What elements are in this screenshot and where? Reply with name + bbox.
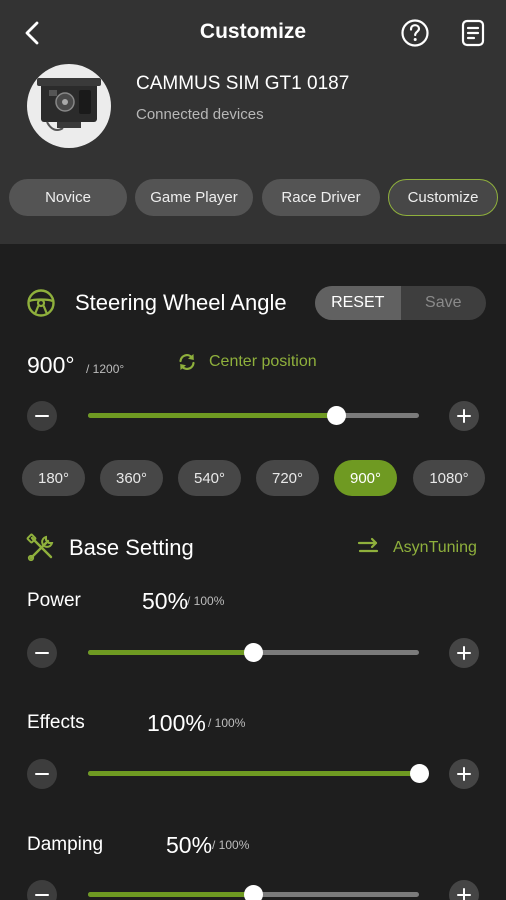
mode-customize[interactable]: Customize — [388, 179, 498, 216]
effects-slider[interactable] — [88, 764, 429, 783]
effects-increase-button[interactable] — [449, 759, 479, 789]
effects-label: Effects — [27, 712, 85, 733]
power-label: Power — [27, 590, 81, 611]
steering-angle-value: 900° — [27, 352, 75, 378]
preset-720[interactable]: 720° — [256, 460, 319, 496]
save-button[interactable]: Save — [401, 286, 487, 320]
damping-slider-thumb[interactable] — [244, 885, 263, 900]
damping-max: / 100% — [212, 838, 250, 852]
mode-race-driver[interactable]: Race Driver — [262, 179, 380, 216]
wheelbase-image — [37, 78, 101, 131]
center-position-button[interactable]: Center position — [209, 353, 317, 371]
power-increase-button[interactable] — [449, 638, 479, 668]
tools-icon — [26, 533, 54, 562]
reset-button[interactable]: RESET — [315, 286, 401, 320]
steering-section-title: Steering Wheel Angle — [75, 290, 287, 315]
device-subtitle: Connected devices — [136, 106, 264, 123]
preset-1080[interactable]: 1080° — [413, 460, 485, 496]
asyn-tuning-button[interactable]: AsynTuning — [393, 539, 477, 557]
preset-360[interactable]: 360° — [100, 460, 163, 496]
device-name: CAMMUS SIM GT1 0187 — [136, 73, 350, 94]
damping-slider[interactable] — [88, 885, 419, 900]
power-slider-thumb[interactable] — [244, 643, 263, 662]
steering-slider-thumb[interactable] — [326, 406, 346, 425]
damping-label: Damping — [27, 834, 104, 855]
power-slider-fill — [88, 650, 254, 655]
preset-180[interactable]: 180° — [22, 460, 85, 496]
effects-decrease-button[interactable] — [27, 759, 57, 789]
steering-wheel-icon — [27, 289, 55, 317]
swap-icon[interactable] — [357, 537, 379, 557]
device-avatar — [27, 64, 111, 148]
base-section-title: Base Setting — [69, 535, 194, 560]
power-decrease-button[interactable] — [27, 638, 57, 668]
mode-novice[interactable]: Novice — [9, 179, 127, 216]
damping-slider-fill — [88, 892, 254, 897]
damping-increase-button[interactable] — [449, 880, 479, 900]
effects-slider-thumb[interactable] — [409, 764, 429, 783]
power-value: 50% — [142, 588, 189, 614]
effects-value: 100% — [147, 710, 206, 736]
preset-540[interactable]: 540° — [178, 460, 241, 496]
header: Customize CAMMUS SIM GT1 0187 Connected … — [0, 0, 506, 244]
preset-900[interactable]: 900° — [334, 460, 397, 496]
mode-game-player[interactable]: Game Player — [135, 179, 253, 216]
help-icon[interactable] — [400, 18, 430, 48]
effects-max: / 100% — [208, 716, 246, 730]
power-slider[interactable] — [88, 643, 419, 662]
reset-save-toggle: RESET Save — [315, 286, 486, 320]
page-title: Customize — [199, 20, 307, 43]
steering-decrease-button[interactable] — [27, 401, 57, 431]
effects-slider-fill — [88, 771, 419, 776]
power-max: / 100% — [187, 594, 225, 608]
damping-decrease-button[interactable] — [27, 880, 57, 900]
steering-slider[interactable] — [88, 406, 419, 425]
steering-increase-button[interactable] — [449, 401, 479, 431]
refresh-icon[interactable] — [177, 352, 197, 372]
steering-angle-max: / 1200° — [86, 362, 125, 376]
document-icon[interactable] — [459, 18, 487, 48]
steering-slider-fill — [88, 413, 337, 418]
damping-value: 50% — [166, 832, 213, 858]
